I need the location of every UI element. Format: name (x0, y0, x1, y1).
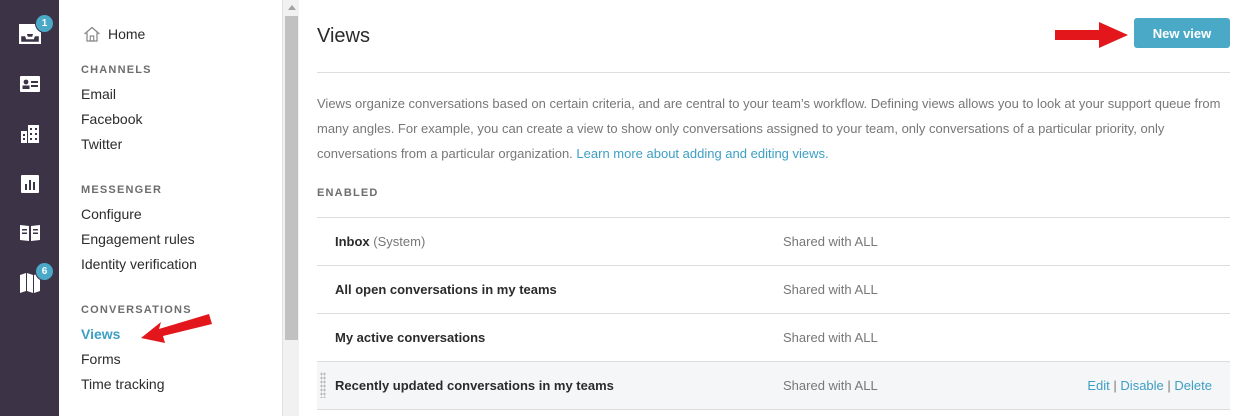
table-row[interactable]: Inbox (System) Shared with ALL (317, 217, 1230, 265)
nav-home[interactable]: Home (83, 26, 145, 42)
view-system-tag: (System) (373, 234, 426, 249)
home-icon (84, 26, 100, 42)
views-table: Inbox (System) Shared with ALL All open … (317, 217, 1230, 410)
table-row[interactable]: Recently updated conversations in my tea… (317, 361, 1230, 410)
nav-item-configure[interactable]: Configure (81, 206, 142, 222)
title-divider (317, 72, 1230, 73)
view-name: Inbox (System) (335, 234, 425, 249)
table-row[interactable]: All open conversations in my teams Share… (317, 265, 1230, 313)
nav-item-facebook[interactable]: Facebook (81, 111, 142, 127)
view-name: Recently updated conversations in my tea… (335, 378, 614, 393)
view-name: All open conversations in my teams (335, 282, 557, 297)
rail-knowledge-base[interactable] (0, 213, 59, 253)
annotation-arrow-views (141, 314, 212, 343)
delete-view-link[interactable]: Delete (1174, 378, 1212, 393)
view-sharing: Shared with ALL (783, 282, 878, 297)
row-actions: Edit | Disable | Delete (1087, 378, 1212, 393)
building-icon (20, 125, 39, 143)
settings-nav: Home CHANNELS Email Facebook Twitter MES… (59, 0, 282, 416)
rail-contacts[interactable] (0, 64, 59, 104)
enabled-section-label: ENABLED (317, 187, 379, 199)
inbox-badge: 1 (35, 14, 54, 33)
nav-item-identity-verification[interactable]: Identity verification (81, 256, 197, 272)
annotation-arrow-new-view (1055, 22, 1128, 48)
scroll-thumb[interactable] (285, 16, 298, 340)
table-row[interactable]: My active conversations Shared with ALL (317, 313, 1230, 361)
new-view-button[interactable]: New view (1134, 18, 1230, 48)
edit-view-link[interactable]: Edit (1087, 378, 1109, 393)
nav-item-views[interactable]: Views (81, 326, 120, 342)
view-sharing: Shared with ALL (783, 378, 878, 393)
bar-chart-icon (20, 175, 39, 193)
page-title: Views (317, 25, 370, 47)
nav-item-forms[interactable]: Forms (81, 351, 121, 367)
nav-section-channels: CHANNELS (81, 64, 152, 76)
disable-view-link[interactable]: Disable (1120, 378, 1163, 393)
view-name-text: Inbox (335, 234, 370, 249)
action-separator: | (1113, 378, 1117, 393)
view-sharing: Shared with ALL (783, 234, 878, 249)
contact-card-icon (19, 76, 40, 92)
rail-organizations[interactable] (0, 114, 59, 154)
nav-scrollbar[interactable] (282, 0, 300, 416)
icon-rail: 1 6 (0, 0, 59, 416)
nav-item-engagement-rules[interactable]: Engagement rules (81, 231, 195, 247)
nav-item-time-tracking[interactable]: Time tracking (81, 376, 165, 392)
scroll-up-arrow-icon[interactable] (288, 5, 296, 10)
rail-reports[interactable] (0, 164, 59, 204)
nav-home-label: Home (108, 26, 146, 42)
views-description: Views organize conversations based on ce… (317, 91, 1237, 166)
nav-section-messenger: MESSENGER (81, 184, 163, 196)
drag-handle-icon[interactable] (320, 372, 326, 398)
nav-item-twitter[interactable]: Twitter (81, 136, 122, 152)
roadmap-badge: 6 (35, 262, 54, 281)
nav-item-email[interactable]: Email (81, 86, 116, 102)
rail-inbox[interactable]: 1 (0, 14, 59, 54)
learn-more-link[interactable]: Learn more about adding and editing view… (576, 146, 828, 161)
action-separator: | (1167, 378, 1171, 393)
rail-roadmap[interactable]: 6 (0, 262, 59, 303)
view-name: My active conversations (335, 330, 486, 345)
view-sharing: Shared with ALL (783, 330, 878, 345)
main-content: Views New view Views organize conversati… (299, 0, 1242, 416)
open-book-icon (19, 225, 40, 241)
